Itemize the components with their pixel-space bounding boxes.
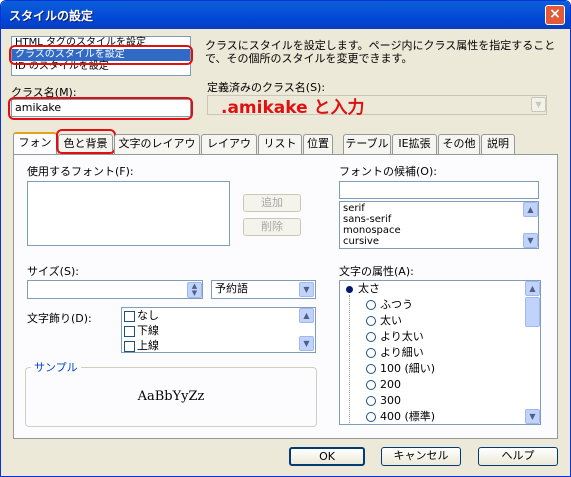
tab-description[interactable]: 説明 [481, 134, 515, 154]
attribute-item[interactable]: ふつう [340, 297, 540, 313]
sample-text: AaBbYyZz [137, 389, 205, 404]
attribute-item[interactable]: 400 (標準) [340, 409, 540, 424]
radio-icon[interactable] [366, 316, 376, 326]
radio-icon[interactable] [366, 380, 376, 390]
cancel-button[interactable]: キャンセル [381, 447, 461, 466]
scroll-down-icon[interactable]: ▼ [525, 409, 540, 424]
radio-icon[interactable] [366, 332, 376, 342]
attribute-item[interactable]: より太い [340, 329, 540, 345]
size-input[interactable] [27, 280, 203, 299]
decoration-list[interactable]: なし 下線 上線 [121, 307, 316, 353]
close-button[interactable]: × [545, 5, 565, 25]
checkbox-icon[interactable] [124, 310, 135, 322]
attributes-tree[interactable]: 太さ ふつう 太い より太い より細い 100 (細い) 200 300 400… [339, 280, 541, 425]
checkbox-icon[interactable] [124, 340, 135, 352]
use-font-label: 使用するフォント(F): [27, 165, 134, 178]
attribute-root[interactable]: 太さ [340, 281, 540, 297]
font-candidates-list[interactable]: serif sans-serif monospace cursive [339, 201, 539, 249]
ok-button[interactable]: OK [289, 447, 365, 466]
add-font-button[interactable]: 追加 [243, 194, 301, 212]
radio-icon[interactable] [366, 348, 376, 358]
scroll-down-icon[interactable]: ▼ [523, 233, 538, 248]
highlight-color-tab [56, 129, 116, 154]
font-candidate-item[interactable]: cursive [340, 236, 538, 247]
decoration-label: 文字飾り(D): [27, 312, 92, 325]
use-font-list[interactable] [27, 181, 230, 246]
radio-icon[interactable] [366, 300, 376, 310]
highlight-class-input [8, 97, 193, 120]
tab-ie-extension[interactable]: IE拡張 [392, 134, 437, 154]
scroll-down-icon[interactable]: ▼ [299, 336, 314, 351]
scroll-up-icon[interactable]: ▲ [299, 308, 314, 323]
attribute-item[interactable]: 300 [340, 393, 540, 409]
radio-icon[interactable] [366, 396, 376, 406]
tree-line [349, 295, 350, 423]
scroll-thumb[interactable] [525, 297, 540, 327]
size-label: サイズ(S): [27, 265, 79, 278]
highlight-class-option [9, 45, 193, 65]
tab-font[interactable]: フォント [13, 132, 57, 167]
decoration-underline[interactable]: 下線 [122, 323, 315, 338]
font-candidates-label: フォントの候補(O): [339, 165, 437, 178]
scroll-up-icon[interactable]: ▲ [525, 281, 540, 296]
bullet-icon [346, 285, 353, 293]
size-spinner-icon[interactable]: ▲ ▼ [187, 282, 202, 298]
tab-position[interactable]: 位置 [303, 134, 333, 154]
decoration-none[interactable]: なし [122, 308, 315, 323]
tab-table[interactable]: テーブル [343, 134, 391, 154]
scroll-up-icon[interactable]: ▲ [523, 202, 538, 217]
decoration-overline[interactable]: 上線 [122, 338, 315, 352]
remove-font-button[interactable]: 削除 [243, 218, 301, 236]
tab-other[interactable]: その他 [438, 134, 480, 154]
attribute-item[interactable]: より細い [340, 345, 540, 361]
attribute-item[interactable]: 100 (細い) [340, 361, 540, 377]
radio-icon[interactable] [366, 412, 376, 422]
style-settings-dialog: スタイルの設定 × HTML タグのスタイルを設定 クラスのスタイルを設定 ID… [0, 0, 571, 477]
description-text: クラスにスタイルを設定します。ページ内にクラス属性を指定することで、その個所のス… [205, 39, 556, 65]
attribute-item[interactable]: 太い [340, 313, 540, 329]
window-title: スタイルの設定 [9, 9, 94, 23]
defined-classes-dropdown-icon[interactable]: ▼ [531, 97, 546, 112]
checkbox-icon[interactable] [124, 325, 135, 337]
tab-list[interactable]: リスト [258, 134, 302, 154]
help-button[interactable]: ヘルプ [478, 447, 558, 466]
tab-layout[interactable]: レイアウト [201, 134, 257, 168]
annotation-text: .amikake と入力 [221, 98, 365, 118]
font-candidate-item[interactable]: sans-serif [340, 214, 538, 225]
font-candidate-input[interactable] [339, 181, 539, 199]
reserved-word-dropdown-icon[interactable]: ▼ [299, 282, 314, 297]
sample-label: サンプル [31, 359, 81, 375]
attribute-item[interactable]: 200 [340, 377, 540, 393]
font-candidate-item[interactable]: monospace [340, 225, 538, 236]
tab-text-layout[interactable]: 文字のレイアウト [114, 134, 200, 168]
attributes-label: 文字の属性(A): [339, 265, 414, 278]
font-candidate-item[interactable]: serif [340, 203, 538, 214]
radio-icon[interactable] [366, 364, 376, 374]
title-bar: スタイルの設定 × [1, 1, 570, 29]
